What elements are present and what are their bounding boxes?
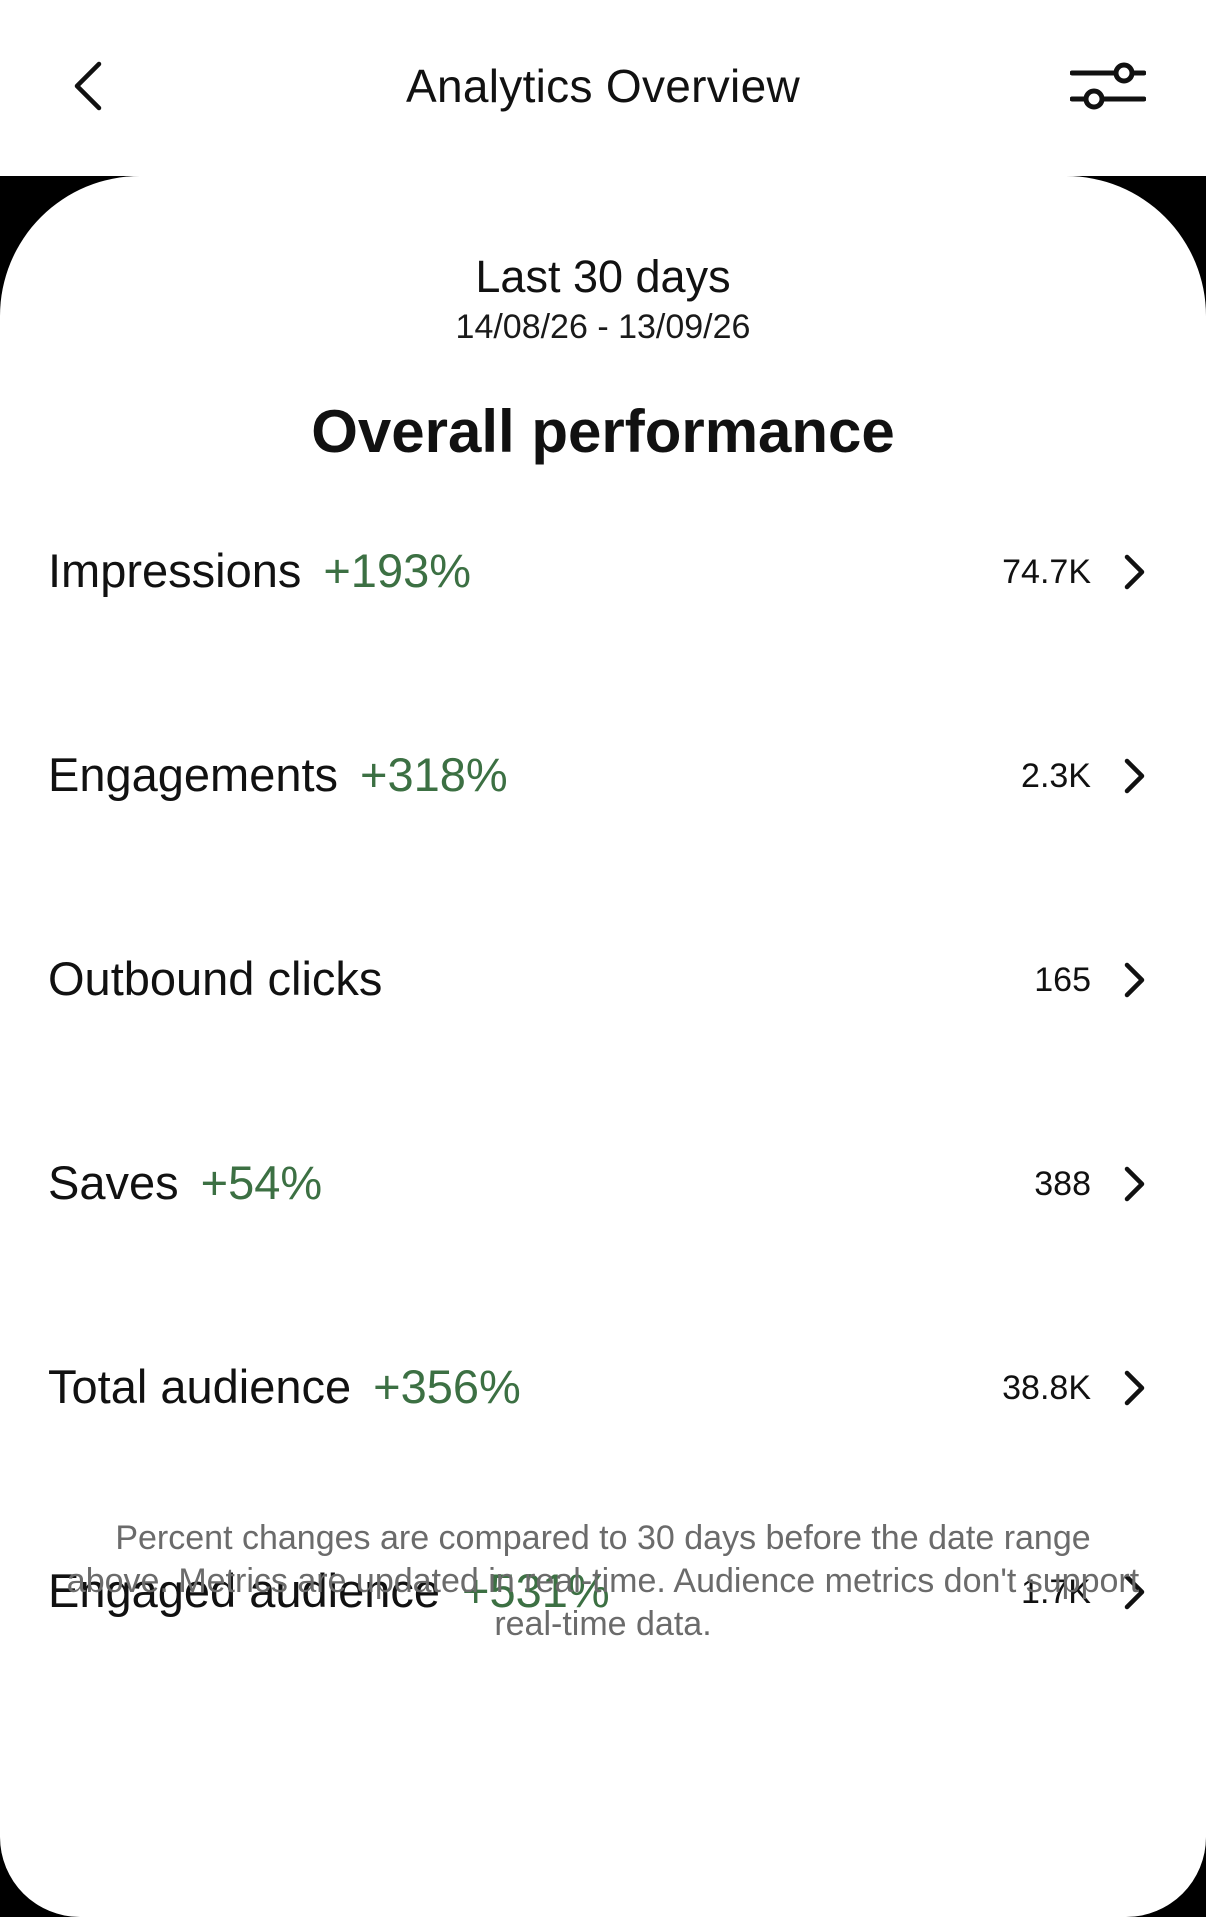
metric-name: Engagements +318%	[48, 746, 508, 804]
chevron-right-icon	[1120, 1367, 1150, 1409]
footnote: Percent changes are compared to 30 days …	[66, 1519, 1140, 1643]
metric-change: +318%	[360, 748, 508, 801]
sliders-icon	[1070, 62, 1146, 110]
date-range-dates: 14/08/26 - 13/09/26	[455, 308, 751, 346]
page-title: Analytics Overview	[406, 60, 800, 112]
chevron-right-icon	[1120, 1163, 1150, 1205]
filter-button[interactable]	[1066, 54, 1150, 120]
app-header: Analytics Overview	[0, 0, 1206, 176]
metric-label: Saves	[48, 1156, 179, 1209]
date-range-title[interactable]: Last 30 days	[0, 250, 1206, 304]
metric-row-outbound-clicks[interactable]: Outbound clicks 165	[0, 924, 1206, 1034]
section-title: Overall performance	[311, 398, 895, 465]
chevron-right-icon	[1120, 755, 1150, 797]
analytics-card: Last 30 days 14/08/26 - 13/09/26 Overall…	[0, 176, 1206, 1917]
metric-value: 165	[1034, 961, 1091, 999]
analytics-screen: Analytics Overview Last 30 days 14/08/26…	[0, 0, 1206, 1917]
metric-change: +193%	[323, 544, 472, 597]
metric-label: Outbound clicks	[48, 952, 383, 1005]
metric-row-total-audience[interactable]: Total audience +356% 38.8K	[0, 1332, 1206, 1442]
metric-label: Total audience	[48, 1360, 352, 1413]
metric-change: +356%	[373, 1360, 521, 1413]
metric-value: 74.7K	[1002, 553, 1091, 591]
metric-row-saves[interactable]: Saves +54% 388	[0, 1128, 1206, 1238]
metric-label: Engagements	[48, 748, 339, 801]
metric-label: Impressions	[48, 544, 302, 597]
metric-name: Total audience +356%	[48, 1358, 521, 1416]
metric-name: Outbound clicks	[48, 950, 382, 1008]
metric-name: Impressions +193%	[48, 542, 471, 600]
metric-value: 38.8K	[1002, 1369, 1091, 1407]
metric-row-impressions[interactable]: Impressions +193% 74.7K	[0, 516, 1206, 626]
metric-value: 2.3K	[1021, 757, 1091, 795]
chevron-right-icon	[1120, 551, 1150, 593]
metric-value: 388	[1034, 1165, 1091, 1203]
metric-change: +54%	[200, 1156, 323, 1209]
metric-name: Saves +54%	[48, 1154, 322, 1212]
chevron-right-icon	[1120, 959, 1150, 1001]
metric-row-engagements[interactable]: Engagements +318% 2.3K	[0, 720, 1206, 830]
